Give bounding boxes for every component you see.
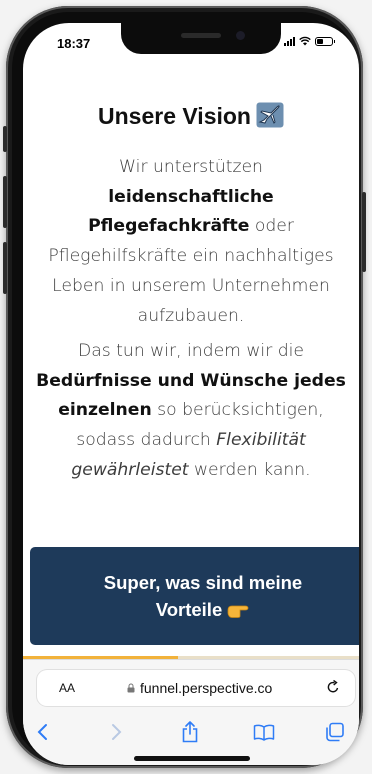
text-size-button[interactable]: AA [59, 681, 75, 695]
status-time: 18:37 [57, 36, 91, 51]
book-icon [253, 724, 275, 741]
paragraph1-text-start: Wir unterstützen [119, 157, 263, 177]
reload-icon[interactable] [325, 679, 341, 695]
benefits-cta-button[interactable]: Super, was sind meine Vorteile [30, 547, 359, 645]
page-title: Unsere Vision [23, 102, 359, 130]
forward-button[interactable] [102, 718, 130, 746]
share-button[interactable] [176, 718, 204, 746]
paragraph2-text-end: werden kann. [188, 459, 311, 480]
volume-up-button [3, 176, 7, 228]
signal-icon [284, 36, 295, 46]
cta-label-line1: Super, was sind meine [103, 572, 303, 593]
cta-label-line2: Vorteile [155, 599, 223, 620]
share-icon [182, 721, 198, 743]
tabs-button[interactable] [321, 718, 349, 746]
url-display[interactable]: funnel.perspective.co [127, 680, 272, 696]
status-icons [284, 36, 335, 46]
speaker [181, 33, 221, 38]
safari-browser-bar: AA funnel.perspective.co [23, 659, 359, 765]
vision-paragraph-2: Das tun wir, indem wir die Bedürfnisse u… [35, 337, 347, 486]
mute-switch [3, 126, 7, 152]
paragraph2-text-start: Das tun wir, indem wir die [78, 341, 304, 361]
lock-icon [127, 683, 135, 693]
page-title-text: Unsere Vision [98, 103, 251, 129]
chevron-right-icon [112, 724, 122, 740]
home-indicator[interactable] [134, 756, 250, 761]
tabs-icon [326, 722, 344, 742]
vision-paragraph-1: Wir unterstützen leidenschaftliche Pfleg… [35, 153, 347, 331]
pointing-hand-icon [227, 605, 249, 618]
chevron-left-icon [37, 724, 47, 740]
battery-icon [315, 36, 335, 46]
screen: 18:37 Unsere Vision Wir unterstützen lei… [23, 23, 359, 765]
back-button[interactable] [29, 718, 57, 746]
browser-toolbar [23, 718, 359, 748]
airplane-icon [256, 102, 284, 128]
camera [236, 31, 245, 40]
power-button [362, 192, 366, 272]
cta-label: Super, was sind meine Vorteile [104, 569, 302, 623]
address-bar[interactable]: AA funnel.perspective.co [37, 670, 355, 706]
url-text: funnel.perspective.co [140, 680, 273, 696]
phone-frame: 18:37 Unsere Vision Wir unterstützen lei… [3, 6, 366, 768]
volume-down-button [3, 242, 7, 294]
wifi-icon [299, 36, 311, 46]
paragraph1-bold-text: leidenschaftliche Pflegefachkräfte [88, 186, 274, 237]
bookmarks-button[interactable] [250, 718, 278, 746]
notch [121, 23, 281, 54]
